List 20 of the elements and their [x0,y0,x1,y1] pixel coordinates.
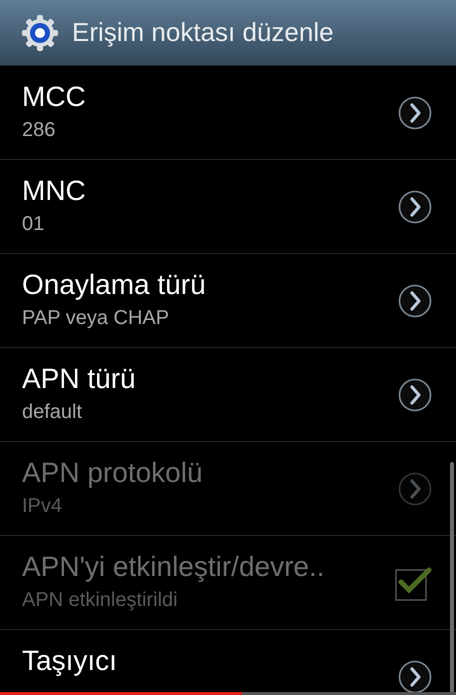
setting-summary: default [22,400,82,424]
chevron-icon[interactable] [398,96,432,130]
setting-title: MNC [22,174,86,208]
setting-title: APN türü [22,362,136,396]
setting-title: Taşıyıcı [22,644,117,678]
gear-icon [20,12,60,52]
setting-title: Onaylama türü [22,268,206,302]
setting-summary: IPv4 [22,494,62,518]
setting-summary: 286 [22,118,56,142]
setting-title: APN protokolü [22,456,203,490]
setting-summary: PAP veya CHAP [22,306,170,330]
chevron-icon[interactable] [398,190,432,224]
chevron-icon[interactable] [398,284,432,318]
setting-title: APN'yi etkinleştir/devre.. [22,550,325,584]
chevron-icon[interactable] [398,378,432,412]
setting-summary: 01 [22,212,44,236]
window-title: Erişim noktası düzenle [72,16,334,49]
setting-summary: APN etkinleştirildi [22,588,178,612]
chevron-icon[interactable] [398,660,432,694]
setting-title: MCC [22,80,86,114]
